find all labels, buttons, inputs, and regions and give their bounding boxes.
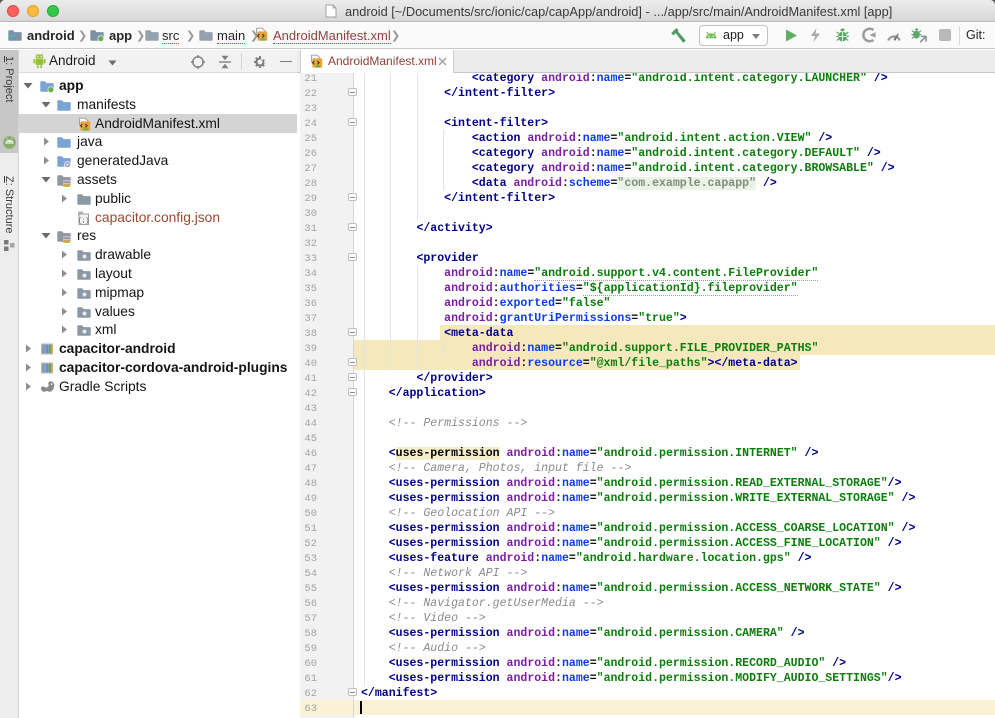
svg-text:{;}: {;} <box>78 217 90 224</box>
